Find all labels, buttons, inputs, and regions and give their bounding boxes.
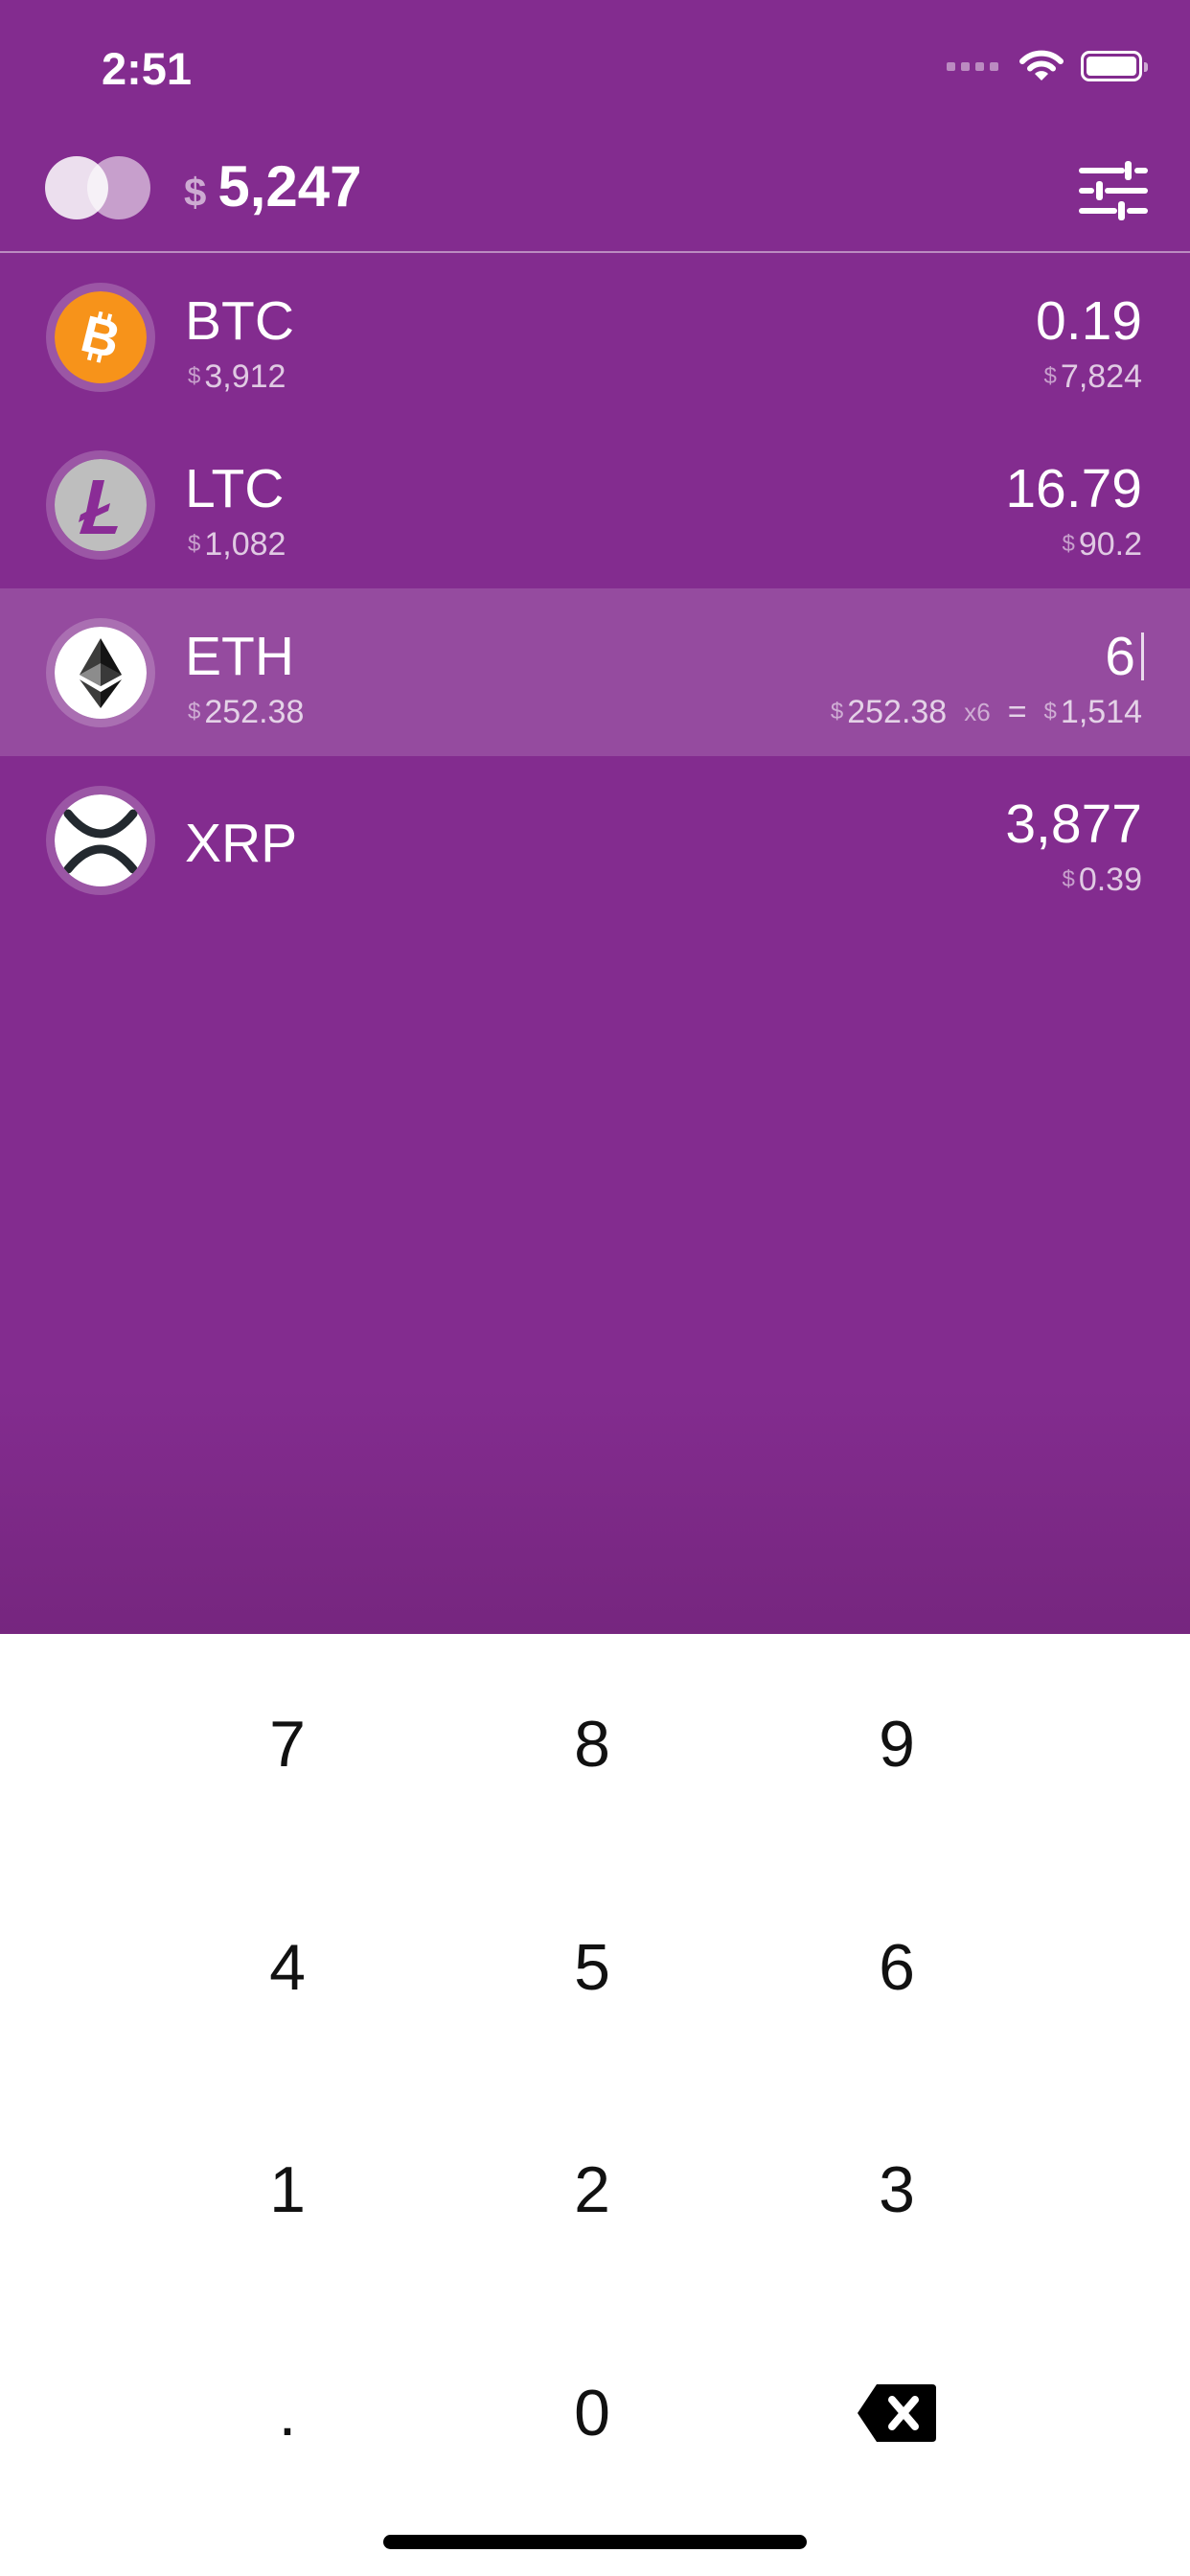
coin-holding-value: $0.39 [1062,862,1142,899]
coin-price-value: 1,082 [204,526,286,563]
holding-value: 7,824 [1060,358,1142,395]
currency-symbol: $ [188,363,201,389]
coin-row-xrp[interactable]: XRP 3,877 $0.39 [0,756,1190,924]
key-5[interactable]: 5 [440,1872,744,2063]
coin-holding-value: $7,824 [1044,358,1142,396]
numeric-keypad: 7 8 9 4 5 6 1 2 3 . 0 [0,1634,1190,2576]
coin-symbol: XRP [185,813,298,874]
key-3[interactable]: 3 [744,2094,1049,2286]
coin-symbol: LTC [185,458,285,519]
battery-icon [1081,51,1148,81]
coin-badge [46,786,155,895]
portfolio-panel: 2:51 $ 5,247 B BTC $ 3,912 0.19 $ 7,824 … [0,0,1190,1634]
coin-price-value: 252.38 [204,694,305,730]
coin-quantity: 0.19 [1036,290,1142,352]
currency-symbol: $ [1043,699,1057,724]
coin-quantity: 16.79 [1005,458,1142,519]
key-1[interactable]: 1 [135,2094,440,2286]
currency-symbol: $ [830,699,844,724]
holding-value: 1,514 [1060,694,1142,730]
quantity-input-value: 6 [1105,626,1135,687]
currency-symbol: $ [1062,531,1075,557]
total-amount: 5,247 [217,154,362,218]
coin-badge [46,618,155,727]
ethereum-icon [55,627,147,719]
status-icons [947,50,1148,82]
coin-row-eth[interactable]: ETH $252.38 6 $252.38 x6 = $1,514 [0,588,1190,756]
key-9[interactable]: 9 [744,1648,1049,1840]
coin-price-value: 3,912 [204,358,286,395]
key-6[interactable]: 6 [744,1872,1049,2063]
quantity-input[interactable]: 6 [1105,625,1144,688]
key-7[interactable]: 7 [135,1648,440,1840]
portfolio-total: $ 5,247 [184,153,362,219]
coin-badge: B [46,283,155,392]
calc-equals: = [1007,694,1027,730]
holding-value: 0.39 [1078,862,1142,898]
calc-price: 252.38 [847,694,948,730]
holding-calculation: $252.38 x6 = $1,514 [831,694,1142,731]
coin-price: $252.38 [188,694,304,731]
key-2[interactable]: 2 [440,2094,744,2286]
home-indicator[interactable] [383,2535,807,2549]
key-decimal[interactable]: . [135,2317,440,2509]
header: $ 5,247 [0,144,1190,251]
cellular-signal-icon [947,61,998,71]
coin-holding-value: $90.2 [1062,526,1142,564]
currency-symbol: $ [1043,363,1057,389]
currency-symbol: $ [1062,866,1075,892]
key-0[interactable]: 0 [440,2317,744,2509]
app-logo[interactable] [45,156,150,219]
calc-multiplier: x6 [964,698,991,726]
text-cursor [1141,632,1144,680]
key-8[interactable]: 8 [440,1648,744,1840]
ripple-icon [55,794,147,886]
coin-symbol: BTC [185,290,294,352]
total-currency-symbol: $ [184,170,207,215]
litecoin-icon [55,459,147,551]
backspace-key[interactable] [744,2317,1049,2509]
status-time: 2:51 [102,43,193,94]
backspace-icon [858,2384,936,2442]
holding-value: 90.2 [1078,526,1142,563]
screen: 2:51 $ 5,247 B BTC $ 3,912 0.19 $ 7,824 … [0,0,1190,2576]
key-4[interactable]: 4 [135,1872,440,2063]
coin-quantity: 3,877 [1005,794,1142,855]
coin-row-ltc[interactable]: LTC $1,082 16.79 $90.2 [0,421,1190,588]
coin-badge [46,450,155,560]
coin-price: $3,912 [188,358,286,396]
coin-price: $1,082 [188,526,286,564]
currency-symbol: $ [188,699,201,724]
settings-sliders-icon[interactable] [1079,161,1148,220]
wifi-icon [1019,50,1064,82]
coin-symbol: ETH [185,626,294,687]
coin-row-btc[interactable]: B BTC $3,912 0.19 $7,824 [0,253,1190,421]
currency-symbol: $ [188,531,201,557]
bitcoin-icon: B [55,291,147,383]
